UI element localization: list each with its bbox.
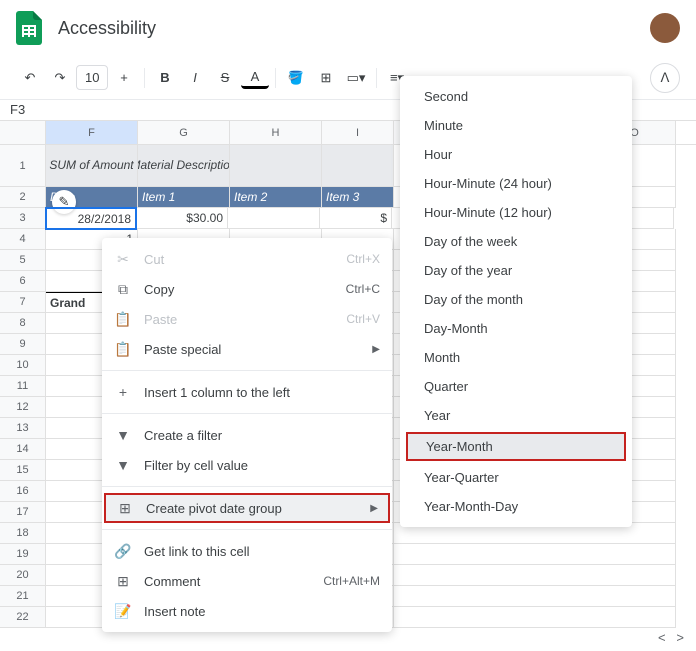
chevron-right-icon: ▶ [372,344,380,355]
col-header-G[interactable]: G [138,121,230,144]
sub-hour-minute-24[interactable]: Hour-Minute (24 hour) [400,169,632,198]
row-header-7[interactable]: 7 [0,292,46,313]
sub-second[interactable]: Second [400,82,632,111]
row-header-17[interactable]: 17 [0,502,46,523]
sub-hour-minute-12[interactable]: Hour-Minute (12 hour) [400,198,632,227]
context-menu: ✂CutCtrl+X ⧉CopyCtrl+C 📋PasteCtrl+V 📋Pas… [102,238,392,632]
sub-year[interactable]: Year [400,401,632,430]
link-icon: 🔗 [114,542,132,560]
strikethrough-button[interactable]: S [211,64,239,92]
sub-year-month-day[interactable]: Year-Month-Day [400,492,632,521]
ctx-insert-note[interactable]: 📝Insert note [102,596,392,626]
row-header-6[interactable]: 6 [0,271,46,292]
ctx-pivot-date-group[interactable]: ⊞Create pivot date group▶ [104,493,390,523]
row-header-8[interactable]: 8 [0,313,46,334]
cell-I3[interactable]: $ [320,208,392,229]
cell-I1[interactable] [322,145,394,187]
text-color-button[interactable]: A [241,67,269,89]
ctx-get-link[interactable]: 🔗Get link to this cell [102,536,392,566]
sub-day-of-week[interactable]: Day of the week [400,227,632,256]
pivot-icon: ⊞ [116,499,134,517]
col-header-H[interactable]: H [230,121,322,144]
row-header-22[interactable]: 22 [0,607,46,628]
explore-arrows[interactable]: < > [658,630,684,645]
row-header-19[interactable]: 19 [0,544,46,565]
row-header-21[interactable]: 21 [0,586,46,607]
row-header-1[interactable]: 1 [0,145,46,187]
col-header-I[interactable]: I [322,121,394,144]
cell-H3[interactable] [228,208,320,229]
comment-icon: ⊞ [114,572,132,590]
date-group-submenu: Second Minute Hour Hour-Minute (24 hour)… [400,76,632,527]
sub-minute[interactable]: Minute [400,111,632,140]
sub-month[interactable]: Month [400,343,632,372]
note-icon: 📝 [114,602,132,620]
cell-H2[interactable]: Item 2 [230,187,322,208]
row-header-2[interactable]: 2 [0,187,46,208]
cell-H1[interactable] [230,145,322,187]
italic-button[interactable]: I [181,64,209,92]
font-size-input[interactable]: 10 [76,65,108,90]
paste-icon: 📋 [114,310,132,328]
row-header-5[interactable]: 5 [0,250,46,271]
row-header-16[interactable]: 16 [0,481,46,502]
copy-icon: ⧉ [114,280,132,298]
cell-F3-selected[interactable]: 28/2/2018 [45,207,137,230]
sub-year-month[interactable]: Year-Month [406,432,626,461]
ctx-paste-special[interactable]: 📋Paste special▶ [102,334,392,364]
cut-icon: ✂ [114,250,132,268]
plus-icon: + [114,383,132,401]
sub-day-of-year[interactable]: Day of the year [400,256,632,285]
col-header-F[interactable]: F [46,121,138,144]
document-title[interactable]: Accessibility [58,18,156,39]
sub-hour[interactable]: Hour [400,140,632,169]
bold-button[interactable]: B [151,64,179,92]
sheets-logo [16,11,42,45]
paste-special-icon: 📋 [114,340,132,358]
app-header: Accessibility [0,0,696,56]
row-header-12[interactable]: 12 [0,397,46,418]
increase-font-button[interactable]: + [110,64,138,92]
row-header-11[interactable]: 11 [0,376,46,397]
merge-button[interactable]: ▭▾ [342,64,370,92]
user-avatar[interactable] [650,13,680,43]
row-header-9[interactable]: 9 [0,334,46,355]
row-header-10[interactable]: 10 [0,355,46,376]
row-headers: 1 2 3 4 5 6 7 8 9 10 11 12 13 14 15 16 1… [0,145,46,628]
ctx-create-filter[interactable]: ▼Create a filter [102,420,392,450]
cell-G1[interactable]: Material Description [138,145,230,187]
row-header-18[interactable]: 18 [0,523,46,544]
filter-icon: ▼ [114,426,132,444]
row-header-15[interactable]: 15 [0,460,46,481]
ctx-cut[interactable]: ✂CutCtrl+X [102,244,392,274]
ctx-copy[interactable]: ⧉CopyCtrl+C [102,274,392,304]
row-header-3[interactable]: 3 [0,208,46,229]
borders-button[interactable]: ⊞ [312,64,340,92]
sub-year-quarter[interactable]: Year-Quarter [400,463,632,492]
cell-G3[interactable]: $30.00 [136,208,228,229]
sub-day-month[interactable]: Day-Month [400,314,632,343]
ctx-filter-value[interactable]: ▼Filter by cell value [102,450,392,480]
row-header-4[interactable]: 4 [0,229,46,250]
sub-day-of-month[interactable]: Day of the month [400,285,632,314]
row-header-13[interactable]: 13 [0,418,46,439]
row-header-20[interactable]: 20 [0,565,46,586]
redo-button[interactable]: ↷ [46,64,74,92]
collapse-toolbar-button[interactable]: ᐱ [650,63,680,93]
fill-color-button[interactable]: 🪣 [282,64,310,92]
ctx-paste[interactable]: 📋PasteCtrl+V [102,304,392,334]
ctx-insert-column[interactable]: +Insert 1 column to the left [102,377,392,407]
sub-quarter[interactable]: Quarter [400,372,632,401]
cell-F1[interactable]: SUM of Amount [46,145,138,187]
ctx-comment[interactable]: ⊞CommentCtrl+Alt+M [102,566,392,596]
undo-button[interactable]: ↶ [16,64,44,92]
cell-I2[interactable]: Item 3 [322,187,394,208]
row-header-14[interactable]: 14 [0,439,46,460]
filter-icon: ▼ [114,456,132,474]
chevron-right-icon: ▶ [370,503,378,514]
cell-G2[interactable]: Item 1 [138,187,230,208]
